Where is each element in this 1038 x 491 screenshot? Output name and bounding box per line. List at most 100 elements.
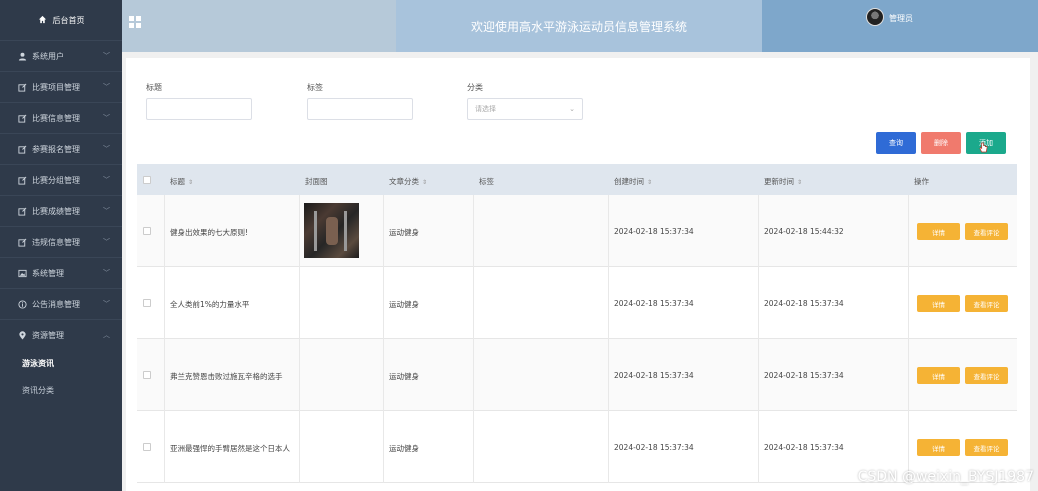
sidebar-item-3[interactable]: 参赛报名管理 ﹀ — [0, 133, 122, 164]
column-divider — [299, 195, 300, 267]
sidebar-home-label: 后台首页 — [52, 15, 85, 25]
add-button[interactable]: 添加 — [966, 132, 1006, 154]
sidebar-item-label: 比赛项目管理 — [32, 82, 80, 92]
view-comments-button[interactable]: 查看评论 — [965, 223, 1008, 240]
column-divider — [608, 339, 609, 411]
table-header: 标题 ⇕ 封面图 文章分类 ⇕ 标签 创建时间 ⇕ 更新时间 ⇕ 操作 — [137, 164, 1017, 195]
category-select[interactable]: 请选择 ⌄ — [467, 98, 583, 120]
edit-icon — [18, 176, 27, 185]
row-category: 运动健身 — [389, 372, 419, 381]
row-updated: 2024-02-18 15:44:32 — [764, 227, 844, 236]
col-created-header[interactable]: 创建时间 ⇕ — [614, 176, 652, 187]
column-divider — [473, 411, 474, 483]
row-category: 运动健身 — [389, 444, 419, 453]
chevron-down-icon: ﹀ — [103, 300, 110, 308]
view-comments-button[interactable]: 查看评论 — [965, 367, 1008, 384]
row-checkbox[interactable] — [143, 443, 151, 451]
column-divider — [758, 411, 759, 483]
column-divider — [164, 339, 165, 411]
row-category: 运动健身 — [389, 300, 419, 309]
col-category-label: 文章分类 — [389, 177, 419, 186]
menu-toggle-icon[interactable] — [129, 16, 141, 28]
sidebar: 后台首页 系统用户 ﹀ 比赛项目管理 ﹀ 比赛信息管理 ﹀ 参赛报名管理 ﹀ 比赛分组管理 ﹀ 比赛… — [0, 0, 122, 491]
col-title-header[interactable]: 标题 ⇕ — [170, 176, 193, 187]
query-button[interactable]: 查询 — [876, 132, 916, 154]
row-created: 2024-02-18 15:37:34 — [614, 227, 694, 236]
delete-button[interactable]: 删除 — [921, 132, 961, 154]
sort-icon[interactable]: ⇕ — [647, 179, 652, 186]
sidebar-item-label: 系统用户 — [32, 51, 64, 61]
detail-button[interactable]: 详情 — [917, 223, 960, 240]
col-updated-label: 更新时间 — [764, 177, 794, 186]
user-icon — [18, 52, 27, 61]
sidebar-item-9[interactable]: 资源管理 ︿ — [0, 319, 122, 350]
row-checkbox[interactable] — [143, 299, 151, 307]
sort-icon[interactable]: ⇕ — [422, 179, 427, 186]
column-divider — [758, 195, 759, 267]
view-comments-button[interactable]: 查看评论 — [965, 439, 1008, 456]
sidebar-item-7[interactable]: 系统管理 ﹀ — [0, 257, 122, 288]
row-created: 2024-02-18 15:37:34 — [614, 371, 694, 380]
table-row: 全人类前1%的力量水平 运动健身 2024-02-18 15:37:34 2024-0… — [137, 267, 1017, 339]
column-divider — [299, 339, 300, 411]
column-divider — [908, 339, 909, 411]
sidebar-item-4[interactable]: 比赛分组管理 ﹀ — [0, 164, 122, 195]
sidebar-item-label: 比赛信息管理 — [32, 113, 80, 123]
row-created: 2024-02-18 15:37:34 — [614, 299, 694, 308]
row-checkbox[interactable] — [143, 227, 151, 235]
tag-filter-label: 标签 — [307, 83, 323, 92]
select-all-checkbox[interactable] — [143, 176, 151, 184]
row-checkbox[interactable] — [143, 371, 151, 379]
chevron-down-icon: ⌄ — [569, 105, 575, 113]
sidebar-item-2[interactable]: 比赛信息管理 ﹀ — [0, 102, 122, 133]
chevron-up-icon: ︿ — [103, 331, 110, 339]
column-divider — [383, 195, 384, 267]
column-divider — [473, 267, 474, 339]
sidebar-home[interactable]: 后台首页 — [0, 0, 122, 40]
detail-button[interactable]: 详情 — [917, 367, 960, 384]
tag-filter-input[interactable] — [307, 98, 413, 120]
row-updated: 2024-02-18 15:37:34 — [764, 371, 844, 380]
app-root: 后台首页 系统用户 ﹀ 比赛项目管理 ﹀ 比赛信息管理 ﹀ 参赛报名管理 ﹀ 比赛分组管理 ﹀ 比赛… — [0, 0, 1038, 491]
column-divider — [383, 411, 384, 483]
avatar[interactable] — [866, 8, 884, 26]
column-divider — [164, 411, 165, 483]
sort-icon[interactable]: ⇕ — [797, 179, 802, 186]
column-divider — [383, 267, 384, 339]
table-row: 健身出效果的七大原则! 运动健身 2024-02-18 15:37:34 2024-0… — [137, 195, 1017, 267]
edit-icon — [18, 145, 27, 154]
col-updated-header[interactable]: 更新时间 ⇕ — [764, 176, 802, 187]
sidebar-item-6[interactable]: 违规信息管理 ﹀ — [0, 226, 122, 257]
column-divider — [908, 195, 909, 267]
category-select-placeholder: 请选择 — [475, 105, 496, 113]
column-divider — [758, 267, 759, 339]
sort-icon[interactable]: ⇕ — [188, 179, 193, 186]
title-filter-input[interactable] — [146, 98, 252, 120]
edit-icon — [18, 238, 27, 247]
column-divider — [608, 411, 609, 483]
sidebar-subitem-1[interactable]: 资讯分类 — [0, 377, 122, 404]
sidebar-item-5[interactable]: 比赛成绩管理 ﹀ — [0, 195, 122, 226]
detail-button[interactable]: 详情 — [917, 295, 960, 312]
picture-icon — [18, 269, 27, 278]
col-title-label: 标题 — [170, 177, 185, 186]
row-created: 2024-02-18 15:37:34 — [614, 443, 694, 452]
sidebar-item-8[interactable]: 公告消息管理 ﹀ — [0, 288, 122, 319]
chevron-down-icon: ﹀ — [103, 83, 110, 91]
col-category-header[interactable]: 文章分类 ⇕ — [389, 176, 427, 187]
row-title: 健身出效果的七大原则! — [170, 228, 249, 237]
col-created-label: 创建时间 — [614, 177, 644, 186]
table-row: 弗兰克赞恩击败过施瓦辛格的选手 运动健身 2024-02-18 15:37:34 20… — [137, 339, 1017, 411]
sidebar-item-label: 参赛报名管理 — [32, 144, 80, 154]
column-divider — [299, 411, 300, 483]
sidebar-item-1[interactable]: 比赛项目管理 ﹀ — [0, 71, 122, 102]
sidebar-subitem-0[interactable]: 游泳资讯 — [0, 350, 122, 377]
sidebar-item-0[interactable]: 系统用户 ﹀ — [0, 40, 122, 71]
admin-name[interactable]: 管理员 — [889, 13, 913, 24]
col-tag-header: 标签 — [479, 177, 494, 186]
view-comments-button[interactable]: 查看评论 — [965, 295, 1008, 312]
detail-button[interactable]: 详情 — [917, 439, 960, 456]
row-title: 全人类前1%的力量水平 — [170, 300, 250, 309]
chevron-down-icon: ﹀ — [103, 114, 110, 122]
table-body: 健身出效果的七大原则! 运动健身 2024-02-18 15:37:34 2024-0… — [137, 195, 1017, 483]
